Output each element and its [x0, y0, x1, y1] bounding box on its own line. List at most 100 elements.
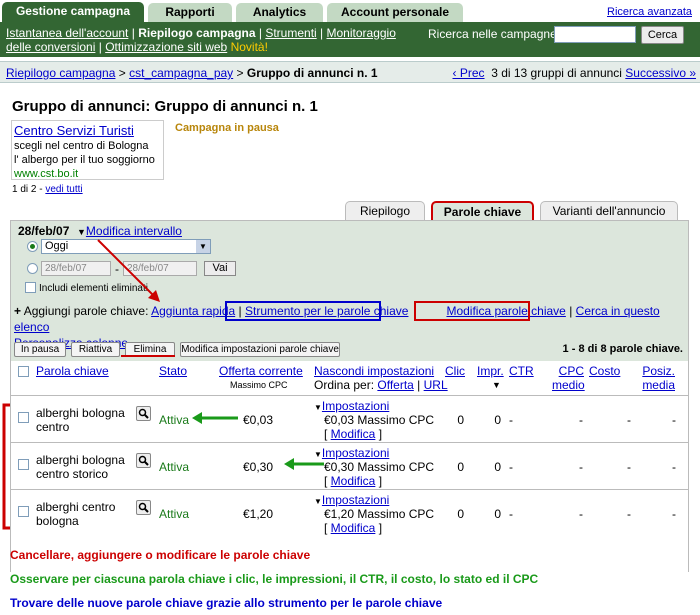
clicks-value: 0 — [457, 413, 464, 427]
settings-modify: [ Modifica ] — [324, 521, 383, 535]
separator: | — [569, 304, 573, 318]
row-checkbox[interactable] — [18, 506, 29, 517]
nav-account-snapshot[interactable]: Istantanea dell'account — [6, 26, 128, 40]
cost-value: - — [627, 413, 631, 427]
breadcrumb-campaign[interactable]: cst_campagna_pay — [129, 66, 233, 80]
nav-tools[interactable]: Strumenti — [265, 26, 316, 40]
breadcrumb-bar: Riepilogo campagna > cst_campagna_pay > … — [0, 61, 700, 83]
ad-line-1: scegli nel centro di Bologna — [14, 140, 149, 152]
keyword-status: Attiva — [159, 460, 190, 474]
row-checkbox[interactable] — [18, 459, 29, 470]
tab-summary[interactable]: Riepilogo — [345, 201, 425, 221]
modify-range-link[interactable]: ▼Modifica intervallo — [77, 224, 182, 238]
table-row: alberghi bologna centro storico Attiva €… — [11, 442, 688, 489]
date-from-input[interactable]: 28/feb/07 — [41, 261, 111, 276]
edit-keyword-settings-button[interactable]: Modifica impostazioni parole chiave — [180, 342, 340, 357]
new-badge: Novità! — [230, 40, 268, 54]
sort-by-url[interactable]: URL — [424, 378, 448, 392]
ad-group-pager: ‹ Prec 3 di 13 gruppi di annunci Success… — [453, 66, 697, 80]
modify-link[interactable]: Modifica — [331, 474, 376, 488]
tab-account-personale[interactable]: Account personale — [327, 3, 463, 22]
campaign-search-input[interactable] — [554, 26, 636, 43]
resume-button[interactable]: Riattiva — [71, 342, 120, 357]
header-status[interactable]: Stato — [159, 364, 187, 378]
breadcrumb-separator: > — [118, 66, 126, 80]
date-to-input[interactable]: 28/feb/07 — [123, 261, 197, 276]
settings-link[interactable]: Impostazioni — [322, 493, 389, 507]
page-title: Gruppo di annunci: Gruppo di annunci n. … — [12, 98, 318, 115]
nav-campaign-summary[interactable]: Riepilogo campagna — [138, 26, 255, 40]
current-date: 28/feb/07 — [18, 224, 70, 238]
magnifier-icon[interactable] — [136, 500, 151, 515]
breadcrumb-campaign-summary[interactable]: Riepilogo campagna — [6, 66, 115, 80]
go-button[interactable]: Vai — [204, 261, 236, 276]
position-value: - — [672, 460, 676, 474]
header-bid-sub: Massimo CPC — [230, 380, 288, 390]
keywords-table: Parola chiave Stato Offerta corrente Mas… — [11, 361, 688, 573]
keyword-range: 1 - 8 di 8 parole chiave. — [563, 343, 683, 355]
see-all-link[interactable]: vedi tutti — [45, 184, 82, 195]
tab-gestione-campagna[interactable]: Gestione campagna — [2, 2, 144, 22]
cost-value: - — [627, 507, 631, 521]
impressions-value: 0 — [494, 413, 501, 427]
quick-add-link[interactable]: Aggiunta rapida — [151, 304, 235, 318]
next-link[interactable]: Successivo » — [625, 66, 696, 80]
header-clicks[interactable]: Clic — [445, 364, 465, 378]
settings-link[interactable]: Impostazioni — [322, 446, 389, 460]
search-label: Ricerca nelle campagne: — [428, 27, 561, 41]
header-bid[interactable]: Offerta corrente — [219, 364, 303, 378]
include-deleted-checkbox[interactable] — [25, 282, 36, 293]
select-all-checkbox[interactable] — [18, 366, 29, 377]
nav-website-optimizer[interactable]: Ottimizzazione siti web — [105, 40, 227, 54]
tab-keywords[interactable]: Parole chiave — [431, 201, 534, 221]
search-button[interactable]: Cerca — [641, 26, 684, 44]
modify-link[interactable]: Modifica — [331, 521, 376, 535]
ad-count: 1 di 2 - vedi tutti — [12, 184, 83, 195]
tab-ad-variations[interactable]: Varianti dell'annuncio — [540, 201, 678, 221]
date-dash: - — [115, 262, 119, 276]
cost-value: - — [627, 460, 631, 474]
magnifier-icon[interactable] — [136, 406, 151, 421]
hide-settings-link[interactable]: Nascondi impostazioni — [314, 364, 434, 378]
preset-range-select[interactable]: Oggi ▼ — [41, 239, 211, 254]
modify-range-label[interactable]: Modifica intervallo — [86, 224, 182, 238]
header-impressions[interactable]: Impr. — [477, 364, 504, 378]
header-cost[interactable]: Costo — [589, 364, 620, 378]
tab-analytics[interactable]: Analytics — [236, 3, 323, 22]
advanced-search-link[interactable]: Ricerca avanzata — [607, 6, 692, 18]
ad-display-url: www.cst.bo.it — [14, 168, 79, 180]
plus-icon: + — [14, 304, 22, 318]
radio-preset[interactable] — [27, 241, 38, 252]
campaign-status: Campagna in pausa — [175, 122, 279, 134]
cpc-value: - — [579, 460, 583, 474]
settings-link[interactable]: Impostazioni — [322, 399, 389, 413]
previous-link[interactable]: ‹ Prec — [453, 66, 485, 80]
sub-nav: Istantanea dell'account | Riepilogo camp… — [6, 26, 396, 54]
breadcrumb-current: Gruppo di annunci n. 1 — [246, 66, 378, 80]
tab-rapporti[interactable]: Rapporti — [148, 3, 232, 22]
keyword-buttons: In pausa Riattiva Elimina Modifica impos… — [14, 342, 688, 360]
keyword-text: alberghi bologna centro storico — [36, 453, 125, 481]
pager-position: 3 di 13 gruppi di annunci — [491, 66, 622, 80]
impressions-value: 0 — [494, 460, 501, 474]
sort-by: Ordina per: Offerta | URL — [314, 378, 448, 392]
position-value: - — [672, 507, 676, 521]
header-avg-position[interactable]: Posiz. media — [639, 364, 675, 392]
ad-headline[interactable]: Centro Servizi Turisti — [14, 123, 161, 139]
header-ctr[interactable]: CTR — [509, 364, 534, 378]
main-tabs: Gestione campagna Rapporti Analytics Acc… — [0, 0, 700, 22]
keyword-bid: €0,03 — [242, 413, 273, 427]
clicks-value: 0 — [457, 460, 464, 474]
row-checkbox[interactable] — [18, 412, 29, 423]
header-keyword[interactable]: Parola chiave — [36, 364, 109, 378]
radio-custom[interactable] — [27, 263, 38, 274]
pause-button[interactable]: In pausa — [14, 342, 66, 357]
date-range-selector: 28/feb/07 ▼Modifica intervallo Oggi ▼ 28/… — [11, 221, 688, 297]
triangle-down-icon: ▼ — [314, 497, 322, 506]
magnifier-icon[interactable] — [136, 453, 151, 468]
sub-navigation-bar: Istantanea dell'account | Riepilogo camp… — [0, 22, 700, 57]
modify-link[interactable]: Modifica — [331, 427, 376, 441]
sort-by-bid[interactable]: Offerta — [377, 378, 413, 392]
header-avg-cpc[interactable]: CPC medio — [552, 364, 585, 392]
ad-line-2: l' albergo per il tuo soggiorno — [14, 154, 155, 166]
